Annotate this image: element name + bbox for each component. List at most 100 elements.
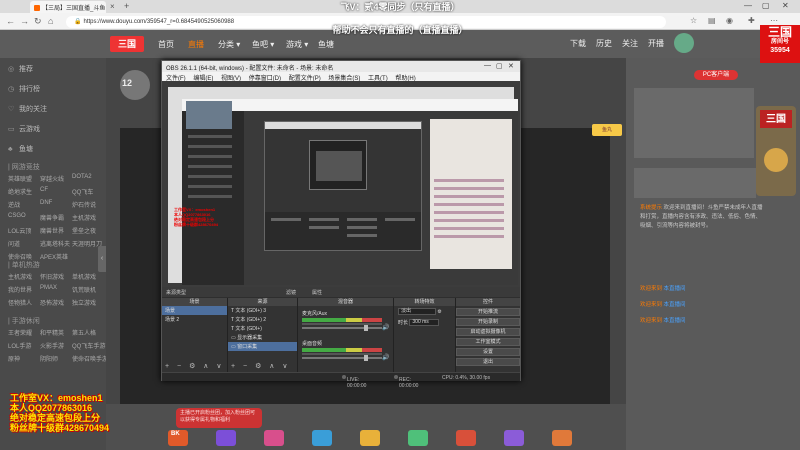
sidebar-category-link[interactable]: 王者荣耀: [8, 328, 32, 337]
sidebar-category-link[interactable]: 主机游戏: [72, 213, 96, 222]
sidebar-item-yutang[interactable]: ♣ 鱼塘: [8, 144, 33, 154]
home-icon[interactable]: ⌂: [48, 16, 53, 26]
gift-icon[interactable]: [360, 430, 380, 446]
user-avatar[interactable]: [674, 33, 694, 53]
forward-icon[interactable]: →: [20, 16, 29, 26]
gift-icon[interactable]: [408, 430, 428, 446]
settings-button[interactable]: 设置: [456, 348, 520, 356]
gift-icon[interactable]: [312, 430, 332, 446]
extensions-icon[interactable]: ✚: [748, 16, 755, 25]
sidebar-category-link[interactable]: CSGO: [8, 213, 26, 219]
header-history[interactable]: 历史: [596, 38, 612, 49]
sidebar-category-link[interactable]: LOL手游: [8, 341, 31, 350]
speaker-icon[interactable]: 🔊: [382, 324, 389, 331]
browser-tab[interactable]: 【三局】三国直播_斗鱼: [30, 1, 106, 13]
sidebar-category-link[interactable]: CF: [40, 187, 48, 193]
transition-type-select[interactable]: 淡出: [398, 308, 436, 315]
start-recording-button[interactable]: 开始录制: [456, 318, 520, 326]
profile-icon[interactable]: ◉: [726, 16, 733, 25]
source-item[interactable]: T 文本 (GDI+) 2: [228, 315, 297, 324]
rank-banner[interactable]: [634, 168, 756, 198]
nav-yuba[interactable]: 鱼吧 ▾: [252, 39, 274, 50]
sidebar-item-cloud-game[interactable]: ▭ 云游戏: [8, 124, 40, 134]
gift-icon[interactable]: [456, 430, 476, 446]
sidebar-category-link[interactable]: 和平精英: [40, 328, 64, 337]
virtual-camera-button[interactable]: 启动虚拟摄像机: [456, 328, 520, 336]
gift-icon[interactable]: [264, 430, 284, 446]
ad-banner[interactable]: [634, 88, 754, 158]
window-maximize-button[interactable]: ▢: [762, 1, 770, 10]
obs-maximize-button[interactable]: ▢: [496, 62, 503, 70]
sidebar-category-link[interactable]: PMAX: [40, 285, 57, 291]
sidebar-category-link[interactable]: 魔兽世界: [40, 226, 64, 235]
header-follow[interactable]: 关注: [622, 38, 638, 49]
nav-yutang[interactable]: 鱼塘: [318, 39, 334, 50]
sidebar-category-link[interactable]: 饥荒联机: [72, 285, 96, 294]
pc-client-button[interactable]: PC客户端: [694, 70, 738, 80]
fan-badge-card[interactable]: 三国: [756, 106, 796, 196]
window-minimize-button[interactable]: —: [744, 1, 752, 10]
sidebar-category-link[interactable]: 使命召唤手游: [72, 354, 108, 363]
obs-preview[interactable]: 工作室VX：emoshen1 本人QQ2077863016 绝对稳定高速包段上分…: [162, 81, 520, 287]
header-download[interactable]: 下载: [570, 38, 586, 49]
sidebar-category-link[interactable]: 主机游戏: [8, 272, 32, 281]
back-icon[interactable]: ←: [6, 16, 15, 26]
sidebar-category-link[interactable]: 英雄联盟: [8, 174, 32, 183]
sidebar-category-link[interactable]: DNF: [40, 200, 52, 206]
gift-icon[interactable]: [552, 430, 572, 446]
header-broadcast[interactable]: 开播: [648, 38, 664, 49]
gift-icon[interactable]: [504, 430, 524, 446]
obs-minimize-button[interactable]: —: [484, 62, 491, 69]
sidebar-category-link[interactable]: 问道: [8, 239, 20, 248]
sidebar-category-link[interactable]: 堡垒之夜: [72, 226, 96, 235]
site-logo[interactable]: 三国: [110, 36, 144, 52]
scene-controls[interactable]: + − ⚙ ∧ ∨: [165, 362, 224, 370]
sidebar-category-link[interactable]: 原神: [8, 354, 20, 363]
sidebar-item-follow[interactable]: ♡ 我的关注: [8, 104, 47, 114]
sidebar-category-link[interactable]: 穿越火线: [40, 174, 64, 183]
tab-properties[interactable]: 属性: [312, 289, 322, 296]
fish-ball-badge[interactable]: 鱼丸: [592, 124, 622, 136]
sidebar-category-link[interactable]: LOL云顶: [8, 226, 31, 235]
gear-icon[interactable]: ⚙: [437, 309, 441, 315]
sidebar-category-link[interactable]: 火影手游: [40, 341, 64, 350]
new-tab-button[interactable]: +: [124, 1, 129, 11]
obs-close-button[interactable]: ✕: [508, 62, 514, 70]
scene-item[interactable]: 场景 2: [162, 315, 227, 324]
source-controls[interactable]: + − ⚙ ∧ ∨: [231, 362, 290, 370]
sidebar-category-link[interactable]: 魔兽争霸: [40, 213, 64, 222]
nav-category[interactable]: 分类 ▾: [218, 39, 240, 50]
volume-slider[interactable]: [302, 325, 382, 331]
sidebar-category-link[interactable]: 独立游戏: [72, 298, 96, 307]
nav-home[interactable]: 首页: [158, 39, 174, 50]
scene-item[interactable]: 场景: [162, 306, 227, 315]
favorites-icon[interactable]: ☆: [690, 16, 697, 25]
sidebar-category-link[interactable]: DOTA2: [72, 174, 92, 180]
sidebar-category-link[interactable]: QQ飞车: [72, 187, 93, 196]
gift-icon[interactable]: [216, 430, 236, 446]
collections-icon[interactable]: ▤: [708, 16, 716, 25]
more-menu-icon[interactable]: ⋯: [770, 16, 778, 25]
sidebar-category-link[interactable]: 第五人格: [72, 328, 96, 337]
sidebar-category-link[interactable]: 炉石传说: [72, 200, 96, 209]
refresh-icon[interactable]: ↻: [34, 16, 42, 27]
speaker-icon[interactable]: 🔊: [382, 354, 389, 361]
source-item[interactable]: T 文本 (GDI+): [228, 324, 297, 333]
sidebar-category-link[interactable]: 阴阳师: [40, 354, 58, 363]
exit-button[interactable]: 退出: [456, 358, 520, 366]
studio-mode-button[interactable]: 工作室模式: [456, 338, 520, 346]
sidebar-category-link[interactable]: 恐怖游戏: [40, 298, 64, 307]
nav-game[interactable]: 游戏 ▾: [286, 39, 308, 50]
fan-club-promo[interactable]: 主播已开启粉丝团，加入粉丝团可以获得专属礼物和福利: [176, 408, 262, 428]
sidebar-category-link[interactable]: 逃离塔科夫: [40, 239, 70, 248]
sidebar-category-link[interactable]: 怪物猎人: [8, 298, 32, 307]
tab-filters[interactable]: 滤镜: [286, 289, 296, 296]
sidebar-category-link[interactable]: 怀旧游戏: [40, 272, 64, 281]
sidebar-category-link[interactable]: APEX英雄: [40, 252, 68, 261]
tab-source-type[interactable]: 来源类型: [166, 289, 186, 296]
sidebar-item-rank[interactable]: ◷ 排行榜: [8, 84, 40, 94]
start-streaming-button[interactable]: 开始推流: [456, 308, 520, 316]
nav-live[interactable]: 直播: [188, 39, 204, 50]
source-item[interactable]: ▭ 窗口采集: [228, 342, 297, 351]
volume-slider[interactable]: [302, 355, 382, 361]
